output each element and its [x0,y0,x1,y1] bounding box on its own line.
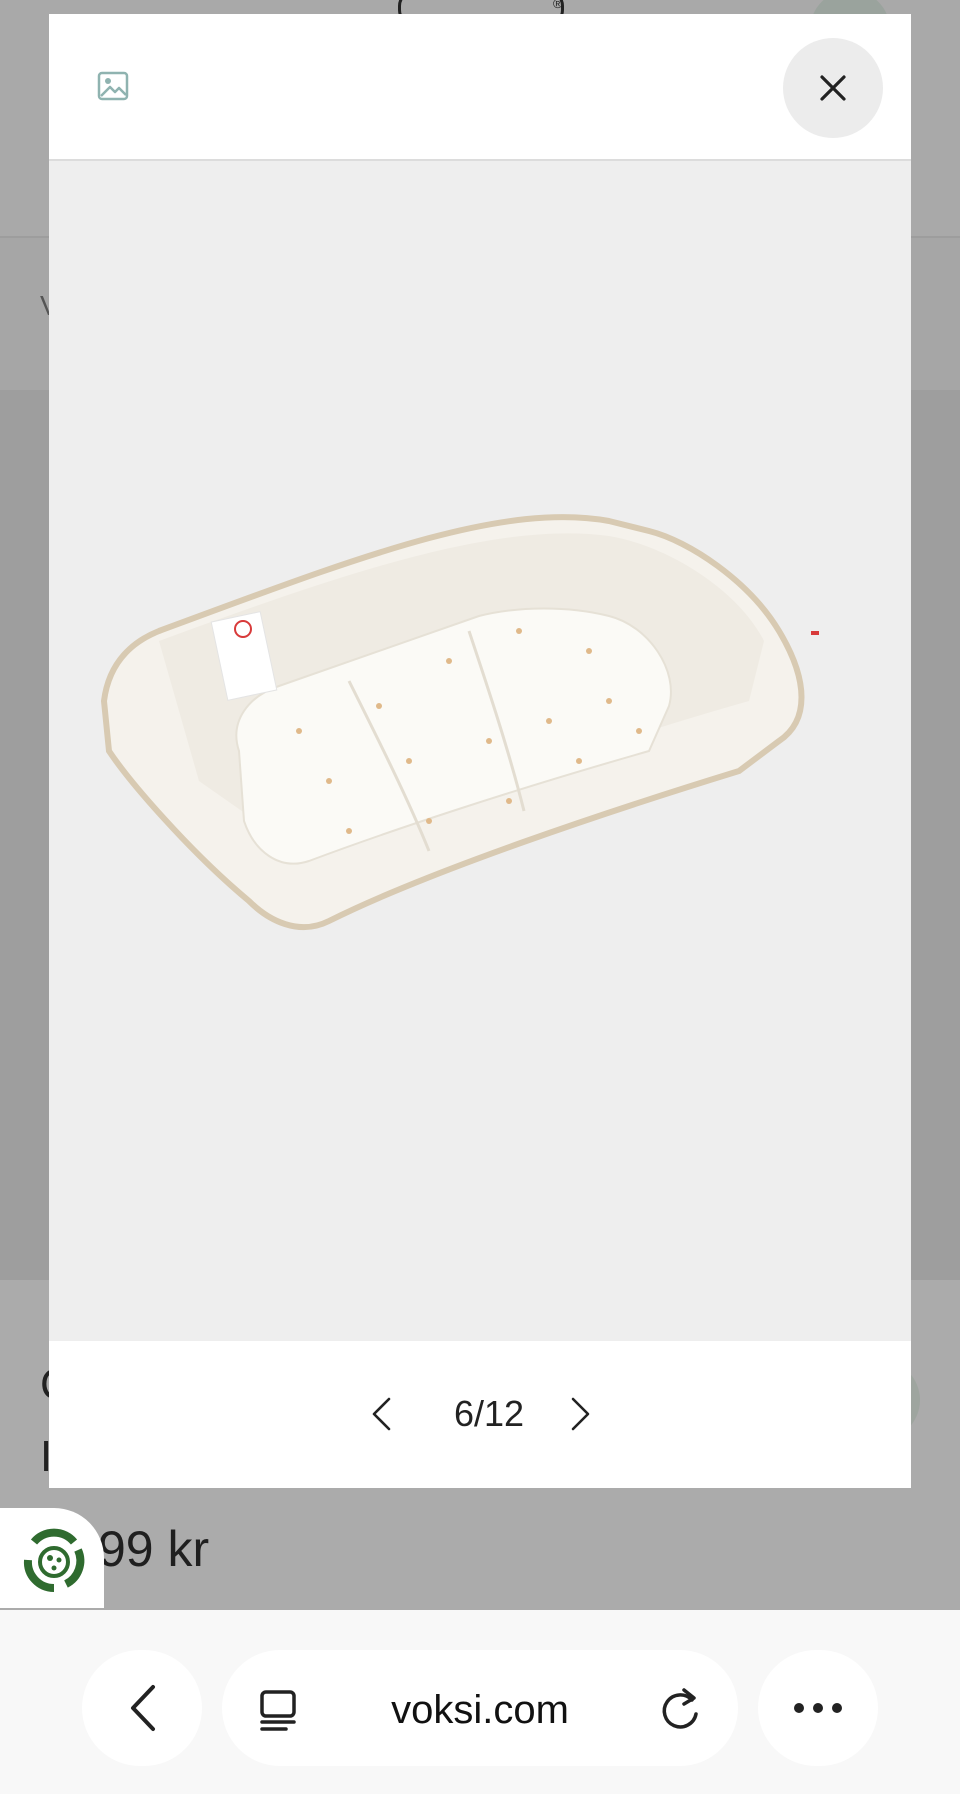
close-button[interactable] [783,38,883,138]
image-icon [97,70,129,102]
chevron-left-icon [131,1685,155,1731]
recycle-icon [23,1528,85,1593]
next-image-button[interactable] [558,1391,604,1437]
background-registered-mark: ® [553,0,563,11]
previous-image-button[interactable] [358,1391,404,1437]
chevron-right-icon [571,1397,590,1431]
chevron-left-icon [372,1397,391,1431]
image-pager: 6/12 [49,1341,911,1488]
more-icon [794,1703,842,1713]
browser-more-button[interactable] [758,1650,878,1766]
reload-icon[interactable] [658,1686,702,1737]
close-icon [820,75,846,101]
eco-badge[interactable] [0,1508,104,1608]
background-price: 99 kr [98,1521,210,1577]
baby-nest-illustration [100,514,819,931]
browser-back-button[interactable] [82,1650,202,1766]
image-gallery-modal: 6/12 [49,14,911,1488]
product-image[interactable] [49,161,911,1341]
image-counter: 6/12 [453,1393,525,1434]
address-bar[interactable]: voksi.com [222,1650,738,1766]
modal-header [49,14,911,161]
browser-toolbar: voksi.com [0,1610,960,1794]
